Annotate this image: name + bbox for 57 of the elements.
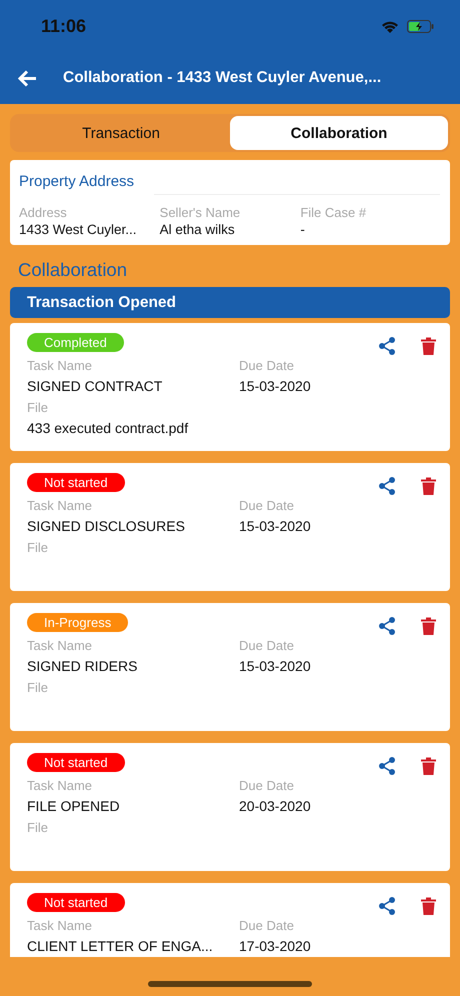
- battery-icon: [407, 20, 434, 32]
- field-label: Task Name: [27, 498, 94, 513]
- field-label: File: [27, 820, 49, 835]
- field-label: Due Date: [239, 778, 295, 793]
- field-label: File: [27, 680, 49, 695]
- due-date: 17-03-2020: [239, 938, 312, 954]
- field-label: Address: [19, 205, 68, 220]
- share-icon[interactable]: [379, 897, 395, 915]
- status-badge: Not started: [27, 753, 125, 772]
- back-arrow-icon[interactable]: [18, 70, 37, 86]
- field-value: -: [300, 222, 306, 237]
- status-badge: In-Progress: [27, 613, 128, 632]
- card-title: Property Address: [19, 172, 134, 190]
- field-label: Due Date: [239, 918, 295, 933]
- share-icon[interactable]: [379, 757, 395, 775]
- trash-icon[interactable]: [421, 757, 436, 775]
- tab[interactable]: Transaction: [12, 116, 230, 150]
- field-label: File Case #: [300, 205, 368, 220]
- tab[interactable]: Collaboration: [230, 116, 448, 150]
- section-title: Collaboration: [18, 259, 128, 281]
- share-icon[interactable]: [379, 617, 395, 635]
- field-value: 1433 West Cuyler...: [19, 222, 138, 237]
- group-title: Transaction Opened: [27, 294, 176, 312]
- field-label: Task Name: [27, 358, 94, 373]
- trash-icon[interactable]: [421, 337, 436, 355]
- field-label: Task Name: [27, 918, 94, 933]
- trash-icon[interactable]: [421, 477, 436, 495]
- file-name[interactable]: 433 executed contract.pdf: [27, 420, 433, 436]
- field-label: Due Date: [239, 358, 295, 373]
- task-name: FILE OPENED: [27, 798, 121, 814]
- field-label: File: [27, 540, 49, 555]
- screen-title: Collaboration - 1433 West Cuyler Avenue,...: [63, 69, 382, 87]
- status-badge: Not started: [27, 473, 125, 492]
- field-label: Task Name: [27, 778, 94, 793]
- due-date: 15-03-2020: [239, 378, 312, 394]
- due-date: 20-03-2020: [239, 798, 312, 814]
- field-label: Task Name: [27, 638, 94, 653]
- field-label: File: [27, 400, 49, 415]
- task-name: CLIENT LETTER OF ENGA...: [27, 938, 214, 954]
- group-header[interactable]: Transaction Opened: [10, 287, 450, 318]
- status-badge: Not started: [27, 893, 125, 912]
- share-icon[interactable]: [379, 337, 395, 355]
- task-name: SIGNED RIDERS: [27, 658, 138, 674]
- share-icon[interactable]: [379, 477, 395, 495]
- field-label: Due Date: [239, 638, 295, 653]
- task-name: SIGNED CONTRACT: [27, 378, 164, 394]
- trash-icon[interactable]: [421, 897, 436, 915]
- due-date: 15-03-2020: [239, 518, 312, 534]
- status-badge: Completed: [27, 333, 124, 352]
- status-time: 11:06: [41, 16, 86, 36]
- field-value: Al etha wilks: [160, 222, 236, 237]
- wifi-icon: [381, 20, 399, 32]
- task-name: SIGNED DISCLOSURES: [27, 518, 186, 534]
- trash-icon[interactable]: [421, 617, 436, 635]
- field-label: Due Date: [239, 498, 295, 513]
- due-date: 15-03-2020: [239, 658, 312, 674]
- field-label: Seller's Name: [160, 205, 242, 220]
